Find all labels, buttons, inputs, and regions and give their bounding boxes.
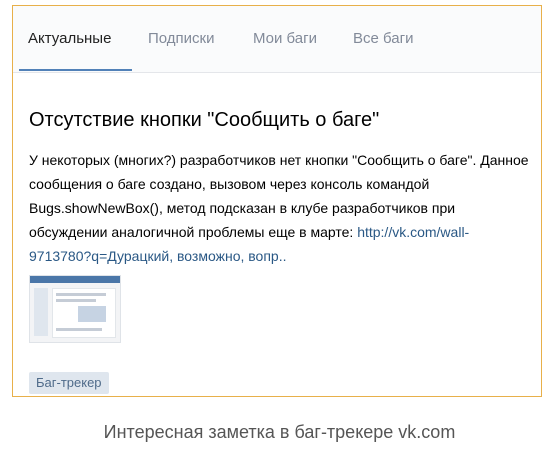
tab-actual[interactable]: Актуальные [28, 30, 111, 48]
thumb-line [56, 299, 96, 302]
bug-tracker-panel: Актуальные Подписки Мои баги Все баги От… [12, 5, 542, 397]
active-tab-indicator [19, 69, 132, 71]
tab-all-bugs[interactable]: Все баги [353, 30, 413, 48]
bug-description: У некоторых (многих?) разработчиков нет … [29, 148, 529, 268]
bug-tracker-tag[interactable]: Баг-трекер [29, 372, 109, 394]
thumb-line [56, 293, 106, 296]
thumb-dialog [78, 306, 106, 322]
thumb-line [56, 328, 102, 331]
tab-subscriptions[interactable]: Подписки [148, 30, 215, 48]
screenshot-thumbnail[interactable] [29, 275, 121, 343]
thumb-header [30, 276, 120, 283]
tab-bar: Актуальные Подписки Мои баги Все баги [13, 6, 541, 73]
tab-my-bugs[interactable]: Мои баги [253, 30, 317, 48]
thumb-sidebar [34, 288, 48, 336]
bug-title[interactable]: Отсутствие кнопки "Сообщить о баге" [29, 108, 379, 132]
image-caption: Интересная заметка в баг-трекере vk.com [103, 422, 456, 442]
